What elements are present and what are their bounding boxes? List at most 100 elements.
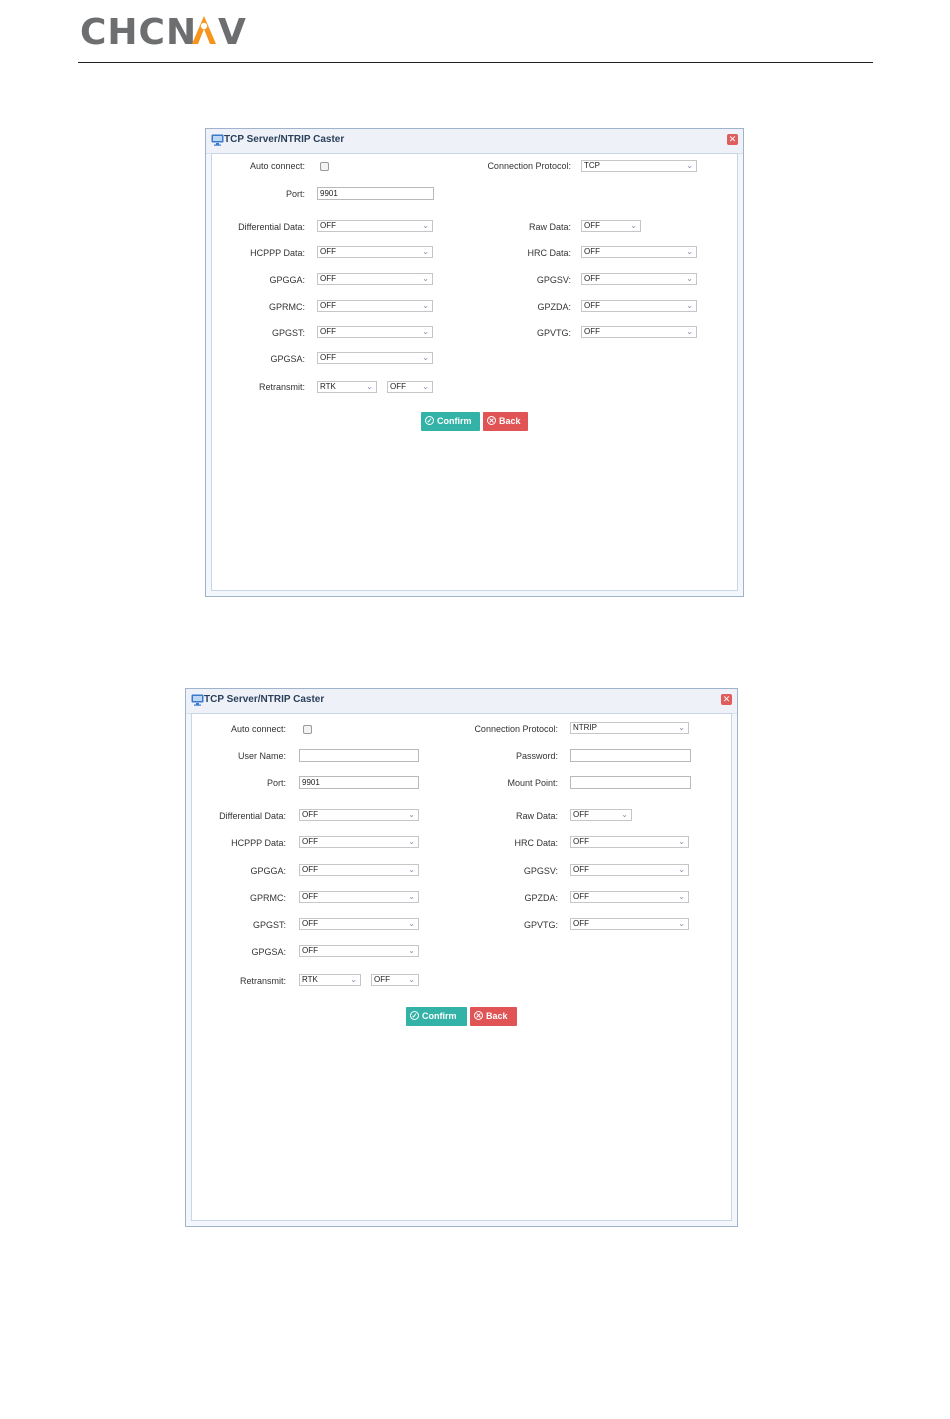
gpgst-select[interactable]: OFF ⌄ xyxy=(317,326,433,338)
hrc-data-select[interactable]: OFF ⌄ xyxy=(581,246,697,258)
mount-point-label: Mount Point: xyxy=(507,778,558,788)
differential-data-select[interactable]: OFF ⌄ xyxy=(299,809,419,821)
close-icon[interactable]: ✕ xyxy=(721,694,732,705)
gpvtg-select[interactable]: OFF ⌄ xyxy=(581,326,697,338)
gpgsv-label: GPGSV: xyxy=(536,275,571,285)
connection-protocol-label: Connection Protocol: xyxy=(474,724,558,734)
gpgsa-select[interactable]: OFF ⌄ xyxy=(299,945,419,957)
back-button[interactable]: ✕ Back xyxy=(470,1007,517,1026)
retransmit-output-value: OFF xyxy=(390,382,406,391)
retransmit-output-value: OFF xyxy=(374,975,390,984)
retransmit-label: Retransmit: xyxy=(258,382,305,392)
retransmit-output-select[interactable]: OFF ⌄ xyxy=(387,381,433,393)
gpgsv-select[interactable]: OFF ⌄ xyxy=(581,273,697,285)
password-input[interactable] xyxy=(570,749,691,762)
check-circle-icon: ✓ xyxy=(410,1011,419,1020)
retransmit-source-select[interactable]: RTK ⌄ xyxy=(317,381,377,393)
connection-protocol-select[interactable]: NTRIP ⌄ xyxy=(570,722,689,734)
chevron-down-icon: ⌄ xyxy=(422,353,429,362)
chevron-down-icon: ⌄ xyxy=(686,301,693,310)
chevron-down-icon: ⌄ xyxy=(630,221,637,230)
gpgsa-label: GPGSA: xyxy=(270,354,305,364)
gpvtg-label: GPVTG: xyxy=(536,328,571,338)
mount-point-input[interactable] xyxy=(570,776,691,789)
raw-data-value: OFF xyxy=(584,221,600,230)
x-circle-icon: ✕ xyxy=(487,416,496,425)
tcp-dialog: TCP Server/NTRIP Caster ✕ Auto connect: … xyxy=(205,128,744,597)
port-label: Port: xyxy=(266,778,286,788)
monitor-icon xyxy=(191,694,204,706)
gpgga-select[interactable]: OFF ⌄ xyxy=(317,273,433,285)
check-circle-icon: ✓ xyxy=(425,416,434,425)
gpzda-select[interactable]: OFF ⌄ xyxy=(570,891,689,903)
chevron-down-icon: ⌄ xyxy=(408,837,415,846)
raw-data-label: Raw Data: xyxy=(528,222,571,232)
gpgst-select[interactable]: OFF ⌄ xyxy=(299,918,419,930)
gpvtg-value: OFF xyxy=(573,919,589,928)
hrc-data-value: OFF xyxy=(584,247,600,256)
auto-connect-label: Auto connect: xyxy=(249,161,305,171)
confirm-button[interactable]: ✓ Confirm xyxy=(421,412,480,431)
differential-data-label: Differential Data: xyxy=(219,811,286,821)
back-button[interactable]: ✕ Back xyxy=(483,412,528,431)
chevron-down-icon: ⌄ xyxy=(422,221,429,230)
chevron-down-icon: ⌄ xyxy=(350,975,357,984)
raw-data-select[interactable]: OFF ⌄ xyxy=(570,809,632,821)
dialog-title-bar[interactable]: TCP Server/NTRIP Caster ✕ xyxy=(206,129,743,154)
gpgga-select[interactable]: OFF ⌄ xyxy=(299,864,419,876)
retransmit-source-value: RTK xyxy=(302,975,318,984)
gpgga-label: GPGGA: xyxy=(250,866,286,876)
gprmc-label: GPRMC: xyxy=(250,893,286,903)
hrc-data-select[interactable]: OFF ⌄ xyxy=(570,836,689,848)
back-label: Back xyxy=(486,1011,508,1021)
hcppp-data-label: HCPPP Data: xyxy=(250,248,305,258)
confirm-button[interactable]: ✓ Confirm xyxy=(406,1007,467,1026)
gpzda-value: OFF xyxy=(584,301,600,310)
gprmc-value: OFF xyxy=(320,301,336,310)
gpgsa-select[interactable]: OFF ⌄ xyxy=(317,352,433,364)
chevron-down-icon: ⌄ xyxy=(422,327,429,336)
gprmc-select[interactable]: OFF ⌄ xyxy=(317,300,433,312)
gpgst-label: GPGST: xyxy=(252,920,286,930)
auto-connect-checkbox[interactable] xyxy=(303,725,312,734)
gprmc-select[interactable]: OFF ⌄ xyxy=(299,891,419,903)
hcppp-data-value: OFF xyxy=(320,247,336,256)
gpzda-select[interactable]: OFF ⌄ xyxy=(581,300,697,312)
differential-data-select[interactable]: OFF ⌄ xyxy=(317,220,433,232)
retransmit-source-select[interactable]: RTK ⌄ xyxy=(299,974,361,986)
chevron-down-icon: ⌄ xyxy=(686,161,693,170)
confirm-label: Confirm xyxy=(437,416,472,426)
hcppp-data-select[interactable]: OFF ⌄ xyxy=(299,836,419,848)
chevron-down-icon: ⌄ xyxy=(686,327,693,336)
gpzda-label: GPZDA: xyxy=(524,893,558,903)
port-input[interactable]: 9901 xyxy=(299,776,419,789)
connection-protocol-select[interactable]: TCP ⌄ xyxy=(581,160,697,172)
dialog-title-bar[interactable]: TCP Server/NTRIP Caster ✕ xyxy=(186,689,737,714)
gpgsv-value: OFF xyxy=(584,274,600,283)
gpgsv-value: OFF xyxy=(573,865,589,874)
close-icon[interactable]: ✕ xyxy=(727,134,738,145)
user-name-input[interactable] xyxy=(299,749,419,762)
chevron-down-icon: ⌄ xyxy=(422,382,429,391)
gpgga-value: OFF xyxy=(302,865,318,874)
auto-connect-checkbox[interactable] xyxy=(320,162,329,171)
hrc-data-value: OFF xyxy=(573,837,589,846)
hcppp-data-select[interactable]: OFF ⌄ xyxy=(317,246,433,258)
gpgsv-select[interactable]: OFF ⌄ xyxy=(570,864,689,876)
gpgsa-label: GPGSA: xyxy=(251,947,286,957)
chcnav-logo: CHCN V xyxy=(80,12,250,52)
gpvtg-select[interactable]: OFF ⌄ xyxy=(570,918,689,930)
retransmit-label: Retransmit: xyxy=(239,976,286,986)
retransmit-output-select[interactable]: OFF ⌄ xyxy=(371,974,419,986)
gpgst-label: GPGST: xyxy=(271,328,305,338)
port-input[interactable]: 9901 xyxy=(317,187,434,200)
raw-data-select[interactable]: OFF ⌄ xyxy=(581,220,641,232)
chevron-down-icon: ⌄ xyxy=(366,382,373,391)
gpvtg-value: OFF xyxy=(584,327,600,336)
chevron-down-icon: ⌄ xyxy=(621,810,628,819)
x-circle-icon: ✕ xyxy=(474,1011,483,1020)
gpgsv-label: GPGSV: xyxy=(523,866,558,876)
retransmit-source-value: RTK xyxy=(320,382,336,391)
chevron-down-icon: ⌄ xyxy=(686,247,693,256)
chevron-down-icon: ⌄ xyxy=(408,865,415,874)
